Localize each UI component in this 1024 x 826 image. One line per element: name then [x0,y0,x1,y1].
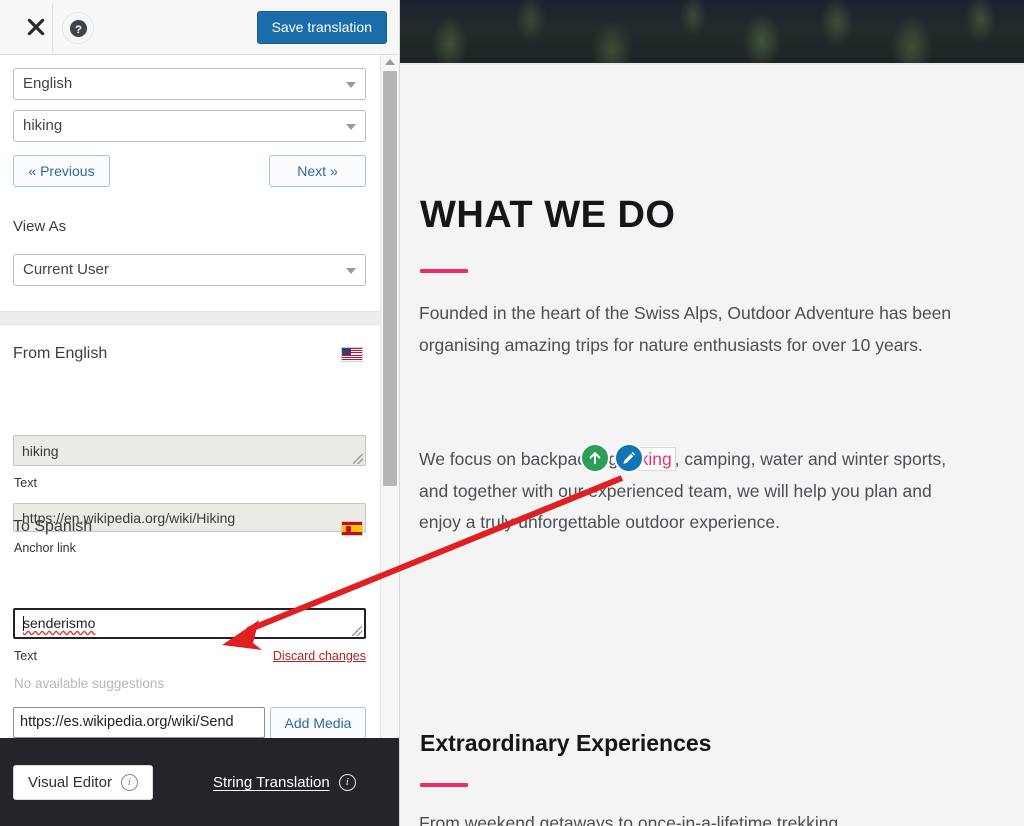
language-select-value: English [23,75,73,92]
to-section-title: To Spanish [13,518,93,535]
tab-string-translation-label: String Translation [213,774,330,791]
target-text-label: Text [14,649,37,663]
focus-paragraph-before: We focus on backp [419,449,568,469]
sidebar-header: ? Save translation [0,0,399,55]
view-as-select[interactable]: Current User [13,254,366,286]
save-translation-button[interactable]: Save translation [256,11,387,44]
discard-text-changes-link[interactable]: Discard changes [273,649,366,663]
tab-visual-editor-label: Visual Editor [28,774,112,791]
no-suggestions-text: No available suggestions [14,676,165,691]
target-text-value: senderismo [23,615,96,631]
es-flag-icon [341,521,363,536]
info-icon[interactable]: i [120,774,138,791]
page-title: WHAT WE DO [420,194,676,236]
hero-separator [400,63,1024,65]
section-subheading: Extraordinary Experiences [420,730,712,756]
target-anchor-input[interactable]: https://es.wikipedia.org/wiki/Send [13,707,265,738]
string-select[interactable]: hiking [13,110,366,142]
view-as-select-value: Current User [23,261,109,278]
focus-paragraph: We focus on backpacking,hiking, camping,… [419,444,959,539]
source-text-label: Text [14,476,37,490]
tab-visual-editor[interactable]: Visual Editor i [13,765,153,800]
us-flag-icon [341,347,363,362]
accent-rule [420,269,468,273]
intro-paragraph: Founded in the heart of the Swiss Alps, … [419,303,952,355]
source-anchor-label: Anchor link [14,541,76,555]
language-select[interactable]: English [13,68,366,100]
resize-grip-icon[interactable] [352,626,362,636]
info-icon[interactable]: i [338,774,356,791]
tab-string-translation[interactable]: String Translation i [213,765,356,800]
help-circle-icon[interactable]: ? [62,12,94,44]
scrollbar-thumb[interactable] [383,71,397,486]
target-anchor-value: https://es.wikipedia.org/wiki/Send [20,714,234,730]
section-divider [0,311,381,325]
accent-rule [420,783,468,787]
header-divider [52,4,53,52]
translation-editor-sidebar: ? Save translation English hiking « Prev… [0,0,400,826]
sidebar-scrollbar[interactable] [380,55,399,738]
add-media-button[interactable]: Add Media [270,707,366,739]
arrow-up-circle-icon[interactable] [580,443,610,473]
resize-grip-icon[interactable] [353,454,363,464]
string-select-value: hiking [23,117,63,134]
source-text-value: hiking [22,443,59,459]
pencil-edit-circle-icon[interactable] [614,443,644,473]
view-as-label: View As [13,218,67,235]
from-section-title: From English [13,345,108,362]
chevron-down-icon [346,124,356,130]
close-icon[interactable] [10,0,62,54]
chevron-down-icon [346,82,356,88]
sidebar-footer: Visual Editor i String Translation i [0,738,399,826]
section-paragraph: From weekend getaways to once-in-a-lifet… [419,813,839,826]
next-button[interactable]: Next » [269,155,366,187]
forest-hero-image [400,0,1024,63]
scroll-up-arrow-icon[interactable] [385,59,395,65]
previous-button[interactable]: « Previous [13,155,110,187]
sidebar-body: English hiking « Previous Next » View As… [0,55,381,787]
chevron-down-icon [346,268,356,274]
source-text-input[interactable]: hiking [13,435,366,466]
svg-text:?: ? [75,23,82,35]
page-preview-pane: WHAT WE DO Founded in the heart of the S… [400,0,1024,826]
target-text-input[interactable]: senderismo [13,608,366,639]
